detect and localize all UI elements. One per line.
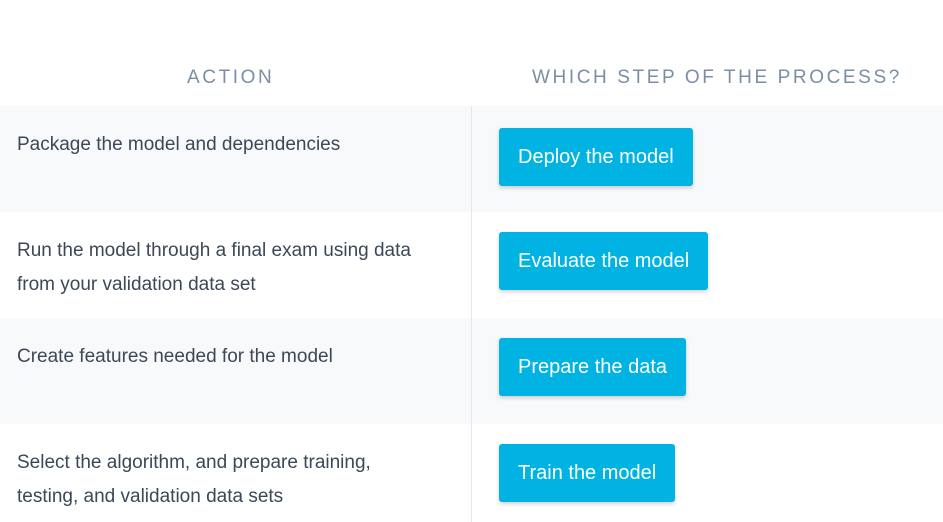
action-text: Run the model through a final exam using… [17,240,411,295]
column-header-step: WHICH STEP OF THE PROCESS? [532,67,902,88]
table-header: ACTION WHICH STEP OF THE PROCESS? [0,66,943,90]
column-divider [471,106,472,522]
step-button-prepare[interactable]: Prepare the data [499,338,686,396]
action-text: Select the algorithm, and prepare traini… [17,452,371,507]
action-text: Create features needed for the model [17,346,333,367]
step-button-train[interactable]: Train the model [499,444,676,502]
column-header-action: ACTION [187,67,275,88]
step-button-deploy[interactable]: Deploy the model [499,128,693,186]
step-button-evaluate[interactable]: Evaluate the model [499,232,709,290]
matching-table: ACTION WHICH STEP OF THE PROCESS? Packag… [0,0,943,522]
action-text: Package the model and dependencies [17,134,341,155]
